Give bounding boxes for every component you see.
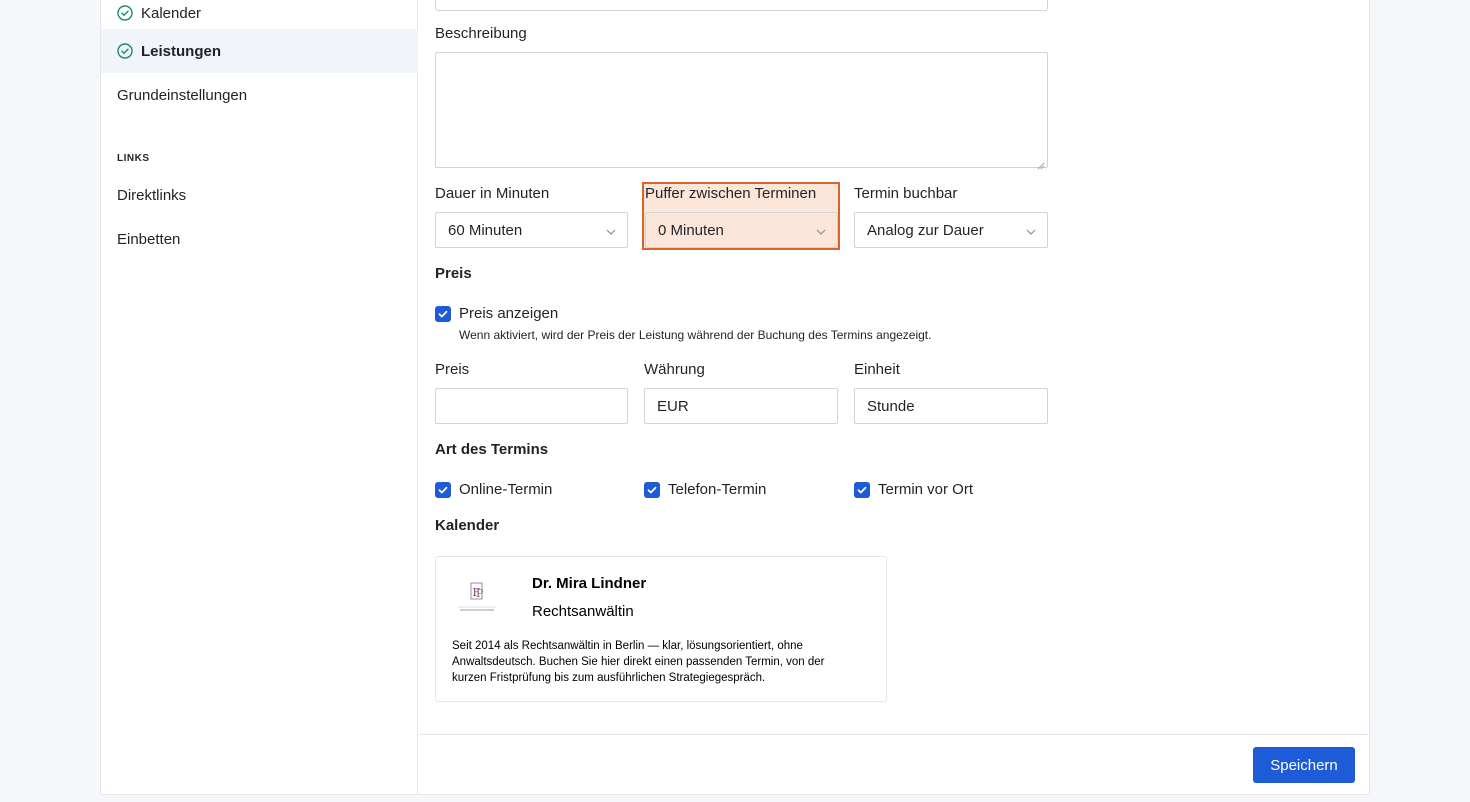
einheit-input[interactable]: Stunde bbox=[854, 388, 1048, 424]
buchbar-label: Termin buchbar bbox=[854, 185, 958, 202]
service-form: Beschreibung Dauer in Minuten 60 Minuten… bbox=[419, 0, 1369, 794]
preis-anzeigen-label: Preis anzeigen bbox=[459, 305, 559, 322]
chevron-down-icon bbox=[815, 225, 827, 237]
waehrung-value: EUR bbox=[657, 397, 689, 415]
art-section-heading: Art des Termins bbox=[435, 441, 549, 458]
sidebar-item-label: Direktlinks bbox=[117, 186, 187, 204]
preis-input[interactable] bbox=[435, 388, 628, 424]
einheit-value: Stunde bbox=[867, 397, 915, 415]
save-button[interactable]: Speichern bbox=[1253, 747, 1355, 783]
firm-logo: F P bbox=[452, 577, 502, 617]
chevron-down-icon bbox=[605, 225, 617, 237]
buchbar-value: Analog zur Dauer bbox=[867, 221, 984, 239]
footer-divider bbox=[419, 734, 1369, 735]
calendar-owner-name: Dr. Mira Lindner bbox=[532, 575, 647, 592]
preis-anzeigen-checkbox[interactable] bbox=[435, 306, 451, 322]
puffer-select[interactable]: 0 Minuten bbox=[645, 212, 838, 248]
sidebar-item-einbetten[interactable]: Einbetten bbox=[101, 217, 418, 261]
checkmark-icon bbox=[857, 486, 867, 494]
links-heading: LINKS bbox=[117, 153, 150, 164]
calendar-owner-role: Rechtsanwältin bbox=[532, 603, 634, 620]
sidebar-item-label: Kalender bbox=[141, 4, 202, 22]
sidebar-item-direktlinks[interactable]: Direktlinks bbox=[101, 173, 418, 217]
dauer-select[interactable]: 60 Minuten bbox=[435, 212, 628, 248]
settings-card: Kalender Leistungen Grundeinstellungen L… bbox=[100, 0, 1370, 795]
checkmark-icon bbox=[438, 310, 448, 318]
termin-vor-ort-label: Termin vor Ort bbox=[878, 481, 974, 498]
beschreibung-label: Beschreibung bbox=[435, 25, 527, 42]
dauer-label: Dauer in Minuten bbox=[435, 185, 550, 202]
termin-vor-ort-checkbox[interactable] bbox=[854, 482, 870, 498]
calendar-card[interactable]: F P Dr. Mira Lindner Rechtsanwältin Seit… bbox=[435, 556, 887, 702]
resize-handle-icon[interactable] bbox=[1037, 157, 1045, 170]
kalender-section-heading: Kalender bbox=[435, 517, 500, 534]
online-termin-checkbox[interactable] bbox=[435, 482, 451, 498]
einheit-label: Einheit bbox=[854, 361, 900, 378]
puffer-label: Puffer zwischen Terminen bbox=[645, 185, 817, 202]
svg-text:P: P bbox=[476, 587, 484, 600]
preis-label: Preis bbox=[435, 361, 470, 378]
sidebar: Kalender Leistungen Grundeinstellungen L… bbox=[101, 0, 418, 794]
calendar-description: Seit 2014 als Rechtsanwältin in Berlin —… bbox=[452, 640, 825, 684]
telefon-termin-checkbox[interactable] bbox=[644, 482, 660, 498]
sidebar-item-grundeinstellungen[interactable]: Grundeinstellungen bbox=[101, 73, 418, 117]
sidebar-item-label: Grundeinstellungen bbox=[117, 86, 248, 104]
puffer-value: 0 Minuten bbox=[658, 221, 724, 239]
previous-field-input[interactable] bbox=[435, 0, 1048, 11]
telefon-termin-label: Telefon-Termin bbox=[668, 481, 767, 498]
preis-section-heading: Preis bbox=[435, 265, 472, 282]
check-circle-icon bbox=[117, 43, 133, 59]
online-termin-label: Online-Termin bbox=[459, 481, 553, 498]
sidebar-item-leistungen[interactable]: Leistungen bbox=[101, 29, 418, 73]
preis-anzeigen-hint: Wenn aktiviert, wird der Preis der Leist… bbox=[459, 328, 932, 342]
check-circle-icon bbox=[117, 5, 133, 21]
dauer-value: 60 Minuten bbox=[448, 221, 523, 239]
beschreibung-textarea[interactable] bbox=[435, 52, 1048, 170]
sidebar-item-label: Leistungen bbox=[141, 42, 222, 60]
chevron-down-icon bbox=[1025, 225, 1037, 237]
buchbar-select[interactable]: Analog zur Dauer bbox=[854, 212, 1048, 248]
checkmark-icon bbox=[438, 486, 448, 494]
checkmark-icon bbox=[647, 486, 657, 494]
sidebar-item-label: Einbetten bbox=[117, 230, 181, 248]
waehrung-label: Währung bbox=[644, 361, 705, 378]
waehrung-input[interactable]: EUR bbox=[644, 388, 838, 424]
